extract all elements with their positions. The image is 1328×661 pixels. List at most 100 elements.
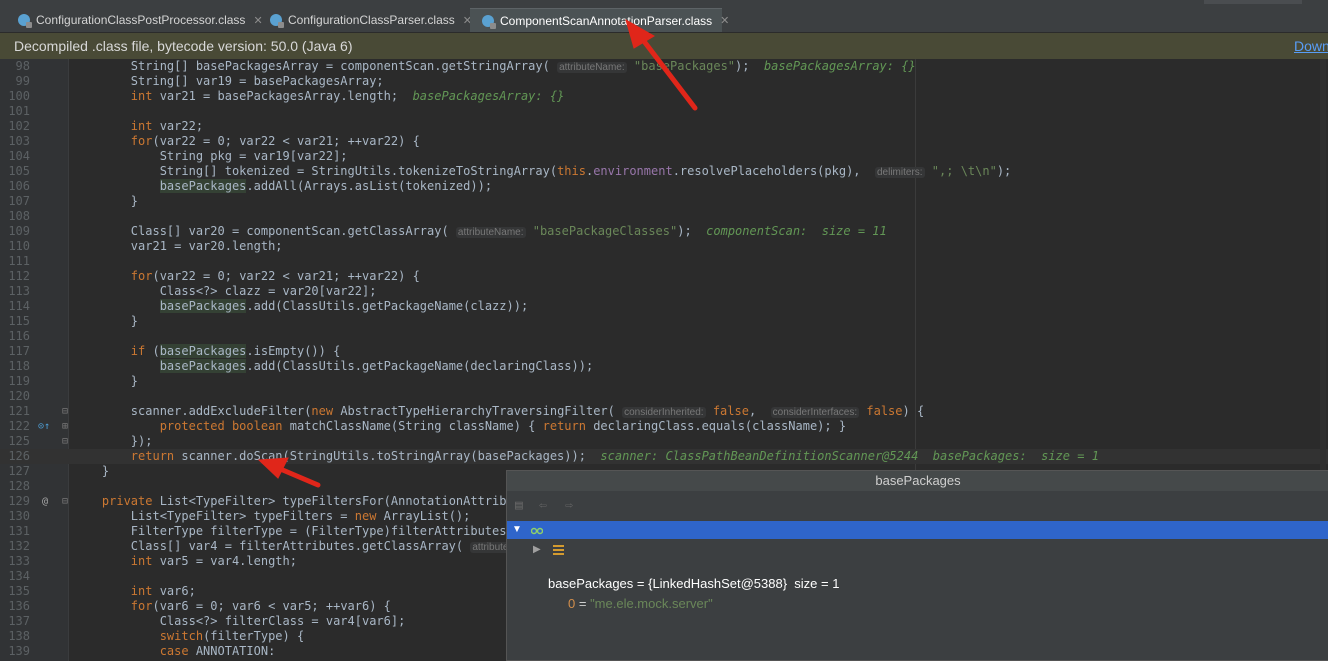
line-number[interactable]: 105	[0, 164, 30, 179]
code-text[interactable]: }	[73, 374, 138, 389]
code-text[interactable]: String[] var19 = basePackagesArray;	[73, 74, 384, 89]
line-number[interactable]: 130	[0, 509, 30, 524]
collapsed-triangle-icon[interactable]: ▶	[533, 541, 541, 559]
line-number[interactable]: 138	[0, 629, 30, 644]
grid-view-icon[interactable]: ▤	[515, 498, 523, 513]
expanded-triangle-icon[interactable]: ▼	[512, 521, 522, 539]
tab-configuration-class-parser[interactable]: ConfigurationClassParser.class ✕	[258, 8, 472, 32]
line-number[interactable]: 101	[0, 104, 30, 119]
code-line[interactable]: 104 String pkg = var19[var22];	[0, 149, 1328, 164]
line-number[interactable]: 104	[0, 149, 30, 164]
line-number[interactable]: 113	[0, 284, 30, 299]
code-line[interactable]: 116	[0, 329, 1328, 344]
line-number[interactable]: 139	[0, 644, 30, 659]
code-text[interactable]: for(var22 = 0; var22 < var21; ++var22) {	[73, 134, 420, 149]
fold-toggle-icon[interactable]: ⊞	[62, 419, 68, 434]
code-line[interactable]: 120	[0, 389, 1328, 404]
fold-toggle-icon[interactable]: ⊟	[62, 404, 68, 419]
line-number[interactable]: 116	[0, 329, 30, 344]
line-number[interactable]: 127	[0, 464, 30, 479]
line-number[interactable]: 102	[0, 119, 30, 134]
code-line[interactable]: 110 var21 = var20.length;	[0, 239, 1328, 254]
line-number[interactable]: 100	[0, 89, 30, 104]
line-number[interactable]: 108	[0, 209, 30, 224]
line-number[interactable]: 110	[0, 239, 30, 254]
code-text[interactable]: String[] basePackagesArray = componentSc…	[73, 59, 916, 75]
line-number[interactable]: 126	[0, 449, 30, 464]
code-line[interactable]: 105 String[] tokenized = StringUtils.tok…	[0, 164, 1328, 179]
code-text[interactable]: var21 = var20.length;	[73, 239, 283, 254]
code-line[interactable]: 102 int var22;	[0, 119, 1328, 134]
tree-row-base-packages[interactable]: ▼ basePackages = {LinkedHashSet@5388} si…	[507, 521, 1328, 591]
code-line[interactable]: 99 String[] var19 = basePackagesArray;	[0, 74, 1328, 89]
code-text[interactable]: }	[73, 314, 138, 329]
line-number[interactable]: 107	[0, 194, 30, 209]
code-line[interactable]: 115 }	[0, 314, 1328, 329]
line-number[interactable]: 98	[0, 59, 30, 74]
code-text[interactable]: Class[] var20 = componentScan.getClassAr…	[73, 224, 887, 240]
code-text[interactable]: String[] tokenized = StringUtils.tokeniz…	[73, 164, 1011, 180]
code-text[interactable]: for(var6 = 0; var6 < var5; ++var6) {	[73, 599, 391, 614]
annotation-marker-icon[interactable]: @	[42, 494, 48, 509]
line-number[interactable]: 129	[0, 494, 30, 509]
line-number[interactable]: 132	[0, 539, 30, 554]
code-line[interactable]: 125 }); ⊟	[0, 434, 1328, 449]
code-text[interactable]: private List<TypeFilter> typeFiltersFor(…	[73, 494, 521, 509]
code-text[interactable]: FilterType filterType = (FilterType)filt…	[73, 524, 521, 539]
line-number[interactable]: 131	[0, 524, 30, 539]
code-text[interactable]: });	[73, 434, 153, 449]
line-number[interactable]: 109	[0, 224, 30, 239]
code-text[interactable]: Class<?> filterClass = var4[var6];	[73, 614, 406, 629]
line-number[interactable]: 121	[0, 404, 30, 419]
code-text[interactable]: for(var22 = 0; var22 < var21; ++var22) {	[73, 269, 420, 284]
line-number[interactable]: 136	[0, 599, 30, 614]
code-line[interactable]: 108	[0, 209, 1328, 224]
line-number[interactable]: 103	[0, 134, 30, 149]
code-line[interactable]: 119 }	[0, 374, 1328, 389]
code-text[interactable]: Class<?> clazz = var20[var22];	[73, 284, 377, 299]
line-number[interactable]: 117	[0, 344, 30, 359]
code-line[interactable]: 126 return scanner.doScan(StringUtils.to…	[0, 449, 1328, 464]
line-number[interactable]: 137	[0, 614, 30, 629]
code-line[interactable]: 98 String[] basePackagesArray = componen…	[0, 59, 1328, 74]
code-line[interactable]: 111	[0, 254, 1328, 269]
code-line[interactable]: 112 for(var22 = 0; var22 < var21; ++var2…	[0, 269, 1328, 284]
code-line[interactable]: 114 basePackages.add(ClassUtils.getPacka…	[0, 299, 1328, 314]
code-line[interactable]: 103 for(var22 = 0; var22 < var21; ++var2…	[0, 134, 1328, 149]
download-sources-link[interactable]: Down	[1294, 38, 1328, 54]
code-line[interactable]: 100 int var21 = basePackagesArray.length…	[0, 89, 1328, 104]
code-line[interactable]: 109 Class[] var20 = componentScan.getCla…	[0, 224, 1328, 239]
line-number[interactable]: 112	[0, 269, 30, 284]
code-text[interactable]: basePackages.addAll(Arrays.asList(tokeni…	[73, 179, 492, 194]
line-number[interactable]: 106	[0, 179, 30, 194]
code-text[interactable]: int var6;	[73, 584, 196, 599]
close-icon[interactable]: ✕	[720, 14, 729, 27]
tab-component-scan-annotation-parser[interactable]: ComponentScanAnnotationParser.class ✕	[470, 8, 729, 32]
line-number[interactable]: 134	[0, 569, 30, 584]
line-number[interactable]: 120	[0, 389, 30, 404]
code-line[interactable]: 113 Class<?> clazz = var20[var22];	[0, 284, 1328, 299]
code-text[interactable]: protected boolean matchClassName(String …	[73, 419, 846, 434]
code-text[interactable]: basePackages.add(ClassUtils.getPackageNa…	[73, 359, 593, 374]
code-line[interactable]: 106 basePackages.addAll(Arrays.asList(to…	[0, 179, 1328, 194]
back-arrow-icon[interactable]: ⇦	[539, 498, 547, 513]
code-line[interactable]: 101	[0, 104, 1328, 119]
line-number[interactable]: 118	[0, 359, 30, 374]
fold-toggle-icon[interactable]: ⊟	[62, 494, 68, 509]
line-number[interactable]: 125	[0, 434, 30, 449]
code-line[interactable]: 121 scanner.addExcludeFilter(new Abstrac…	[0, 404, 1328, 419]
code-text[interactable]: }	[73, 194, 138, 209]
code-text[interactable]: Class[] var4 = filterAttributes.getClass…	[73, 539, 518, 555]
variable-inspect-popup[interactable]: basePackages ▤ ⇦ ⇨ ▼ basePackages = {Lin…	[506, 470, 1328, 661]
code-text[interactable]: }	[73, 464, 109, 479]
code-line[interactable]: 107 }	[0, 194, 1328, 209]
code-text[interactable]: String pkg = var19[var22];	[73, 149, 348, 164]
override-marker-icon[interactable]: ⊙↑	[38, 419, 50, 434]
code-text[interactable]: int var22;	[73, 119, 203, 134]
code-line[interactable]: 117 if (basePackages.isEmpty()) {	[0, 344, 1328, 359]
line-number[interactable]: 111	[0, 254, 30, 269]
tab-configuration-class-post-processor[interactable]: ConfigurationClassPostProcessor.class ✕	[6, 8, 263, 32]
forward-arrow-icon[interactable]: ⇨	[565, 498, 573, 513]
fold-toggle-icon[interactable]: ⊟	[62, 434, 68, 449]
line-number[interactable]: 128	[0, 479, 30, 494]
